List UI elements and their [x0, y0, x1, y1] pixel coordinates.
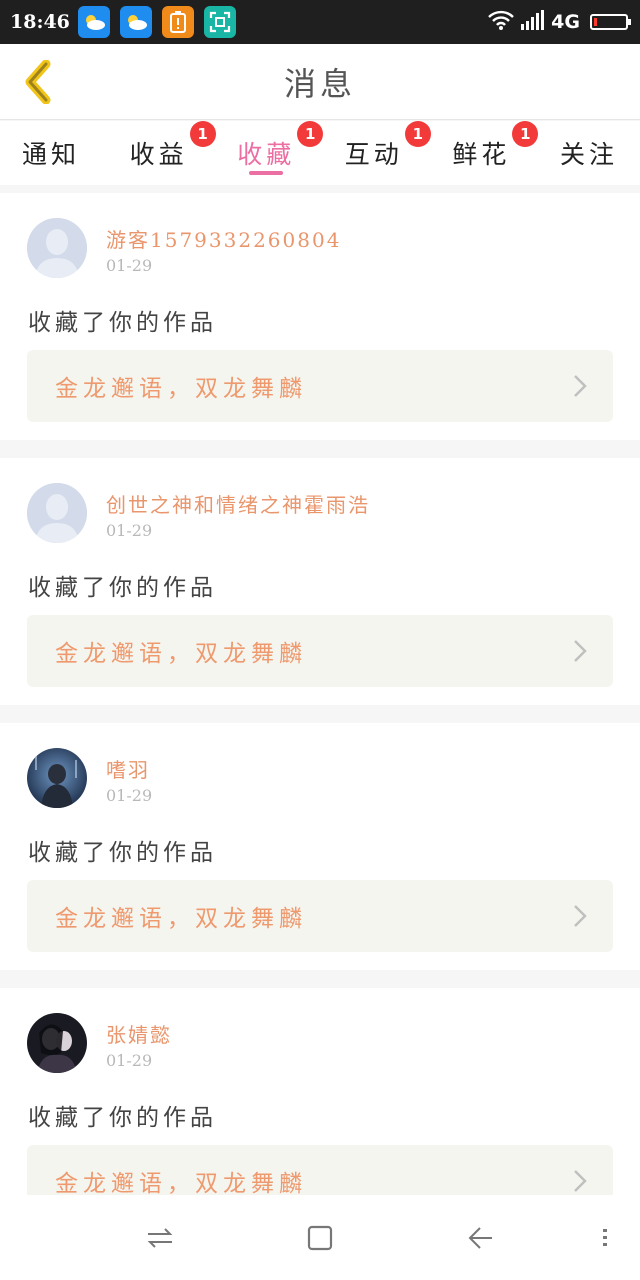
- action-text: 收藏了你的作品: [28, 1105, 217, 1131]
- tab-label: 关注: [559, 140, 618, 169]
- avatar[interactable]: [27, 483, 87, 543]
- work-link[interactable]: 金龙邂语，双龙舞麟: [27, 350, 613, 422]
- chevron-right-icon: [574, 375, 587, 397]
- signal-icon: [521, 10, 545, 34]
- action-text: 收藏了你的作品: [28, 575, 217, 601]
- avatar[interactable]: [27, 748, 87, 808]
- system-nav-bar: [0, 1195, 640, 1280]
- action-text: 收藏了你的作品: [28, 840, 217, 866]
- work-title: 金龙邂语，双龙舞麟: [55, 376, 307, 402]
- status-bar: 18:46 4G: [0, 0, 640, 44]
- user-photo-icon: [27, 1013, 87, 1073]
- home-square-icon: [307, 1225, 333, 1251]
- date: 01-29: [106, 256, 153, 275]
- menu-dots-icon: [603, 1229, 607, 1246]
- user-name[interactable]: 张婧懿: [106, 1019, 172, 1048]
- avatar[interactable]: [27, 218, 87, 278]
- work-title: 金龙邂语，双龙舞麟: [55, 906, 307, 932]
- status-time: 18:46: [10, 11, 70, 33]
- work-link[interactable]: 金龙邂语，双龙舞麟: [27, 1145, 613, 1195]
- tab-label: 收藏: [237, 140, 296, 169]
- unread-badge: 1: [189, 121, 216, 147]
- back-button[interactable]: [14, 58, 62, 106]
- work-title: 金龙邂语，双龙舞麟: [55, 641, 307, 667]
- tab-label: 互动: [344, 140, 403, 169]
- network-label: 4G: [551, 11, 580, 33]
- screenshot-icon: [203, 6, 236, 38]
- weather-icon: [77, 6, 110, 38]
- date: 01-29: [106, 786, 153, 805]
- list-item: 创世之神和情绪之神霍雨浩 01-29 收藏了你的作品 金龙邂语，双龙舞麟: [0, 458, 640, 705]
- user-name[interactable]: 游客1579332260804: [106, 224, 341, 253]
- status-right: 4G: [487, 0, 631, 44]
- tab-interactions[interactable]: 互动 1: [344, 121, 431, 185]
- date: 01-29: [106, 1051, 153, 1070]
- tab-label: 通知: [22, 140, 81, 169]
- battery-saver-icon: [161, 6, 194, 38]
- switch-apps-button[interactable]: [143, 1221, 177, 1255]
- back-nav-button[interactable]: [463, 1221, 497, 1255]
- work-link[interactable]: 金龙邂语，双龙舞麟: [27, 880, 613, 952]
- weather-icon: [119, 6, 152, 38]
- chevron-right-icon: [574, 640, 587, 662]
- tab-earnings[interactable]: 收益 1: [129, 121, 216, 185]
- tab-following[interactable]: 关注: [560, 121, 618, 185]
- tab-bar: 通知 收益 1 收藏 1 互动 1 鲜花 1 关注: [0, 121, 640, 185]
- back-arrow-icon: [468, 1227, 492, 1249]
- default-avatar-icon: [27, 218, 87, 278]
- user-name[interactable]: 创世之神和情绪之神霍雨浩: [106, 489, 370, 518]
- back-arrow-icon: [25, 60, 51, 104]
- default-avatar-icon: [27, 483, 87, 543]
- home-button[interactable]: [303, 1221, 337, 1255]
- list-item: 游客1579332260804 01-29 收藏了你的作品 金龙邂语，双龙舞麟: [0, 193, 640, 440]
- switch-arrows-icon: [147, 1228, 173, 1248]
- unread-badge: 1: [512, 121, 539, 147]
- user-photo-icon: [27, 748, 87, 808]
- tab-notifications[interactable]: 通知: [22, 121, 80, 185]
- screen: 18:46 4G 消息 通知 收益 1 收藏 1 互动 1 鲜花 1 关注 游客…: [0, 0, 640, 1280]
- date: 01-29: [106, 521, 153, 540]
- battery-icon: [590, 14, 631, 30]
- battery-level: [594, 18, 597, 26]
- chevron-right-icon: [574, 905, 587, 927]
- work-title: 金龙邂语，双龙舞麟: [55, 1171, 307, 1195]
- unread-badge: 1: [404, 121, 431, 147]
- list-item: 嗜羽 01-29 收藏了你的作品 金龙邂语，双龙舞麟: [0, 723, 640, 970]
- avatar[interactable]: [27, 1013, 87, 1073]
- work-link[interactable]: 金龙邂语，双龙舞麟: [27, 615, 613, 687]
- user-name[interactable]: 嗜羽: [106, 754, 150, 783]
- menu-button[interactable]: [588, 1221, 622, 1255]
- page-title: 消息: [283, 64, 356, 103]
- tab-favorites[interactable]: 收藏 1: [237, 121, 324, 185]
- chevron-right-icon: [574, 1170, 587, 1192]
- action-text: 收藏了你的作品: [28, 310, 217, 336]
- tab-flowers[interactable]: 鲜花 1: [452, 121, 539, 185]
- header: 消息: [0, 44, 640, 120]
- list-item: 张婧懿 01-29 收藏了你的作品 金龙邂语，双龙舞麟: [0, 988, 640, 1195]
- unread-badge: 1: [297, 121, 324, 147]
- tab-label: 收益: [129, 140, 188, 169]
- message-list[interactable]: 游客1579332260804 01-29 收藏了你的作品 金龙邂语，双龙舞麟 …: [0, 193, 640, 1195]
- wifi-icon: [487, 9, 515, 35]
- tab-label: 鲜花: [452, 140, 511, 169]
